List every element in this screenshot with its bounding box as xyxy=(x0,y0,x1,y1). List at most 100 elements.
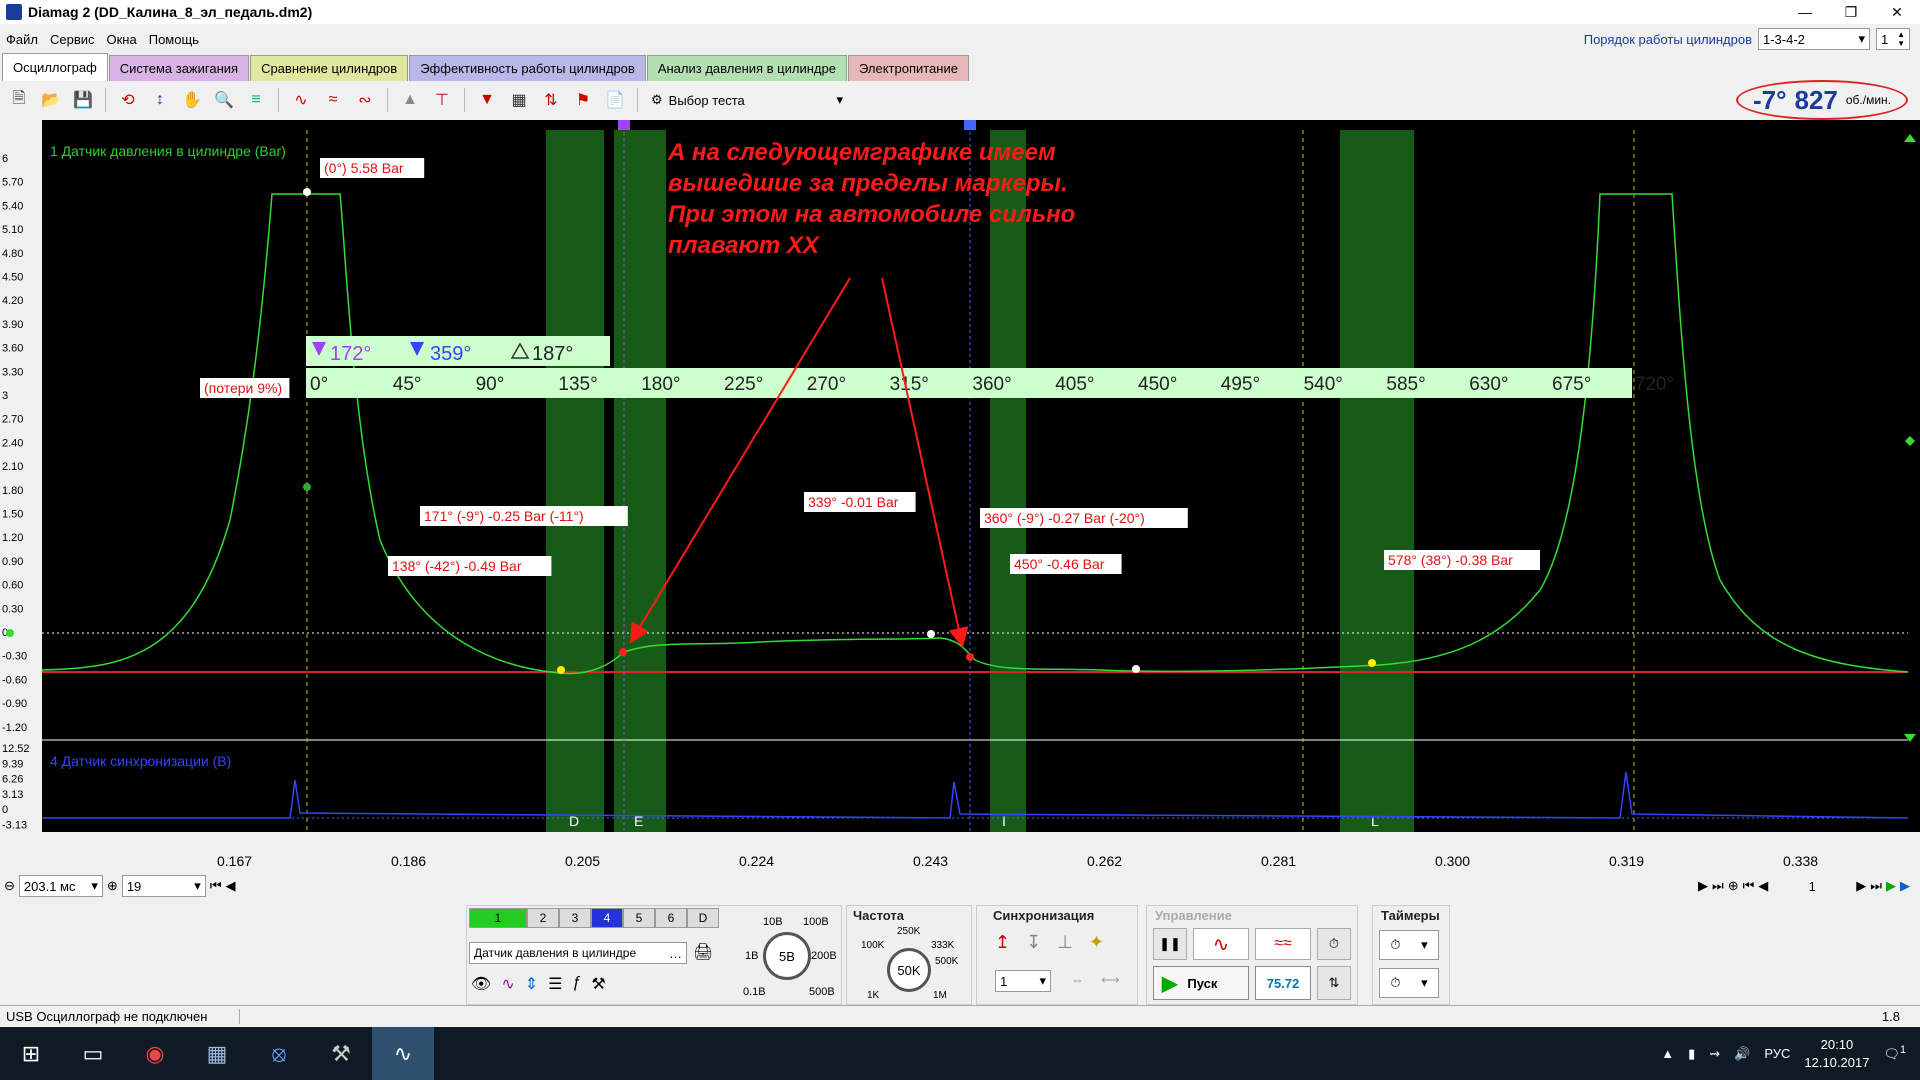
grid-icon[interactable]: ▦ xyxy=(506,87,532,113)
oscilloscope-plot[interactable]: D E I L65.705.405.104.804.504.203.903.603.3… xyxy=(0,120,1920,872)
sync-cursor-icon[interactable]: ✦ xyxy=(1089,932,1104,953)
notifications-icon[interactable]: 🗨1 xyxy=(1883,1044,1906,1062)
channel-button-5[interactable]: 5 xyxy=(623,908,655,928)
wave-multi-icon[interactable]: ≈ xyxy=(320,87,346,113)
menu-windows[interactable]: Окна xyxy=(101,32,143,47)
kompas-icon[interactable]: ⦻ xyxy=(248,1027,310,1080)
voltage-dial[interactable]: 10В 100В 1В 200В 0.1В 500В 5В xyxy=(741,916,837,1000)
tab-2[interactable]: Сравнение цилиндров xyxy=(250,55,409,81)
first-page-icon[interactable]: ⏮ xyxy=(1743,878,1755,894)
tab-3[interactable]: Эффективность работы цилиндров xyxy=(409,55,646,81)
menu-service[interactable]: Сервис xyxy=(44,32,101,47)
level-icon[interactable]: ⊥ xyxy=(1057,932,1073,953)
task-view-icon[interactable]: ▭ xyxy=(62,1027,124,1080)
wave-cross-icon[interactable]: ∿ xyxy=(288,87,314,113)
restore-icon[interactable]: ❐ xyxy=(1828,0,1874,24)
tab-5[interactable]: Электропитание xyxy=(847,55,969,81)
channel-button-3[interactable]: 3 xyxy=(559,908,591,928)
tools-app-icon[interactable]: ⚒ xyxy=(310,1027,372,1080)
auto-button[interactable]: ⏱ xyxy=(1317,928,1351,960)
clock[interactable]: 20:10 12.10.2017 xyxy=(1804,1036,1869,1072)
tools-icon[interactable]: ⚒ xyxy=(591,974,605,994)
sensor-select[interactable]: Датчик давления в цилиндре… xyxy=(469,942,687,964)
channel-button-2[interactable]: 2 xyxy=(527,908,559,928)
menu-help[interactable]: Помощь xyxy=(143,32,205,47)
start-button[interactable]: ▶ Пуск xyxy=(1153,966,1249,1000)
sync-arrows-icon[interactable]: ⟷ xyxy=(1101,972,1120,988)
degree-ruler[interactable] xyxy=(306,368,1632,398)
volume-icon[interactable]: 🔊 xyxy=(1734,1046,1750,1062)
cylinder-order-select[interactable]: 1-3-4-2 ▾ xyxy=(1758,28,1870,50)
next-icon[interactable]: ▶ xyxy=(1698,878,1708,894)
sensor-settings-icon[interactable]: 🖨 xyxy=(693,942,713,962)
marker-1-handle[interactable] xyxy=(618,120,630,130)
pause-button[interactable]: ❚❚ xyxy=(1153,928,1187,960)
function-icon[interactable]: ƒ xyxy=(572,974,581,994)
wave-peak-icon[interactable]: ∾ xyxy=(352,87,378,113)
zoom-in-icon[interactable]: ⊕ xyxy=(107,878,118,894)
close-icon[interactable]: ✕ xyxy=(1874,0,1920,24)
minimize-icon[interactable]: — xyxy=(1782,0,1828,24)
menu-file[interactable]: Файл xyxy=(0,32,44,47)
prev-page-icon[interactable]: ◀ xyxy=(1758,878,1768,894)
compress-icon[interactable]: ⇅ xyxy=(538,87,564,113)
vertical-resize-icon[interactable]: ↕ xyxy=(147,87,173,113)
volt-knob[interactable]: 5В xyxy=(763,932,811,980)
frequency-dial[interactable]: 250K 100K 333K 500K 1K 1M 50K xyxy=(857,926,963,1004)
cylinder-count-spinner[interactable]: 1 ▲ ▼ xyxy=(1876,28,1910,50)
new-file-icon[interactable]: 🗎 xyxy=(6,87,32,113)
align-icon[interactable]: ≡ xyxy=(243,87,269,113)
first-page-icon[interactable]: ⏮ xyxy=(210,878,222,894)
battery-icon[interactable]: ▮ xyxy=(1688,1046,1695,1062)
open-folder-icon[interactable]: 📂 xyxy=(38,87,64,113)
zoom-icon[interactable]: 🔍 xyxy=(211,87,237,113)
flag-icon[interactable]: ⚑ xyxy=(570,87,596,113)
play-icon[interactable]: ▶ xyxy=(1886,878,1896,894)
oscilloscope-view[interactable]: D E I L 6 5.70 5.40 5.10 4.80 4.50 4.20 3.90 3.60 3.3… xyxy=(0,120,1920,872)
filter-icon[interactable]: ▼ xyxy=(474,87,500,113)
rising-edge-icon[interactable]: ↥ xyxy=(995,932,1010,953)
rotate-icon[interactable]: ⟲ xyxy=(115,87,141,113)
test-select[interactable]: ⚙ Выбор теста ▾ xyxy=(647,89,847,111)
tray-expand-icon[interactable]: ▲ xyxy=(1661,1046,1674,1061)
timer-select-2[interactable]: ⏱ ▾ xyxy=(1379,968,1439,998)
marker-2-handle[interactable] xyxy=(964,120,976,130)
channel-button-1[interactable]: 1 xyxy=(469,908,527,928)
hand-icon[interactable]: ✋ xyxy=(179,87,205,113)
single-wave-button[interactable]: ∿ xyxy=(1193,928,1249,960)
last-icon[interactable]: ⏭ xyxy=(1712,878,1724,894)
channel-button-D[interactable]: D xyxy=(687,908,719,928)
calculator-icon[interactable]: ▦ xyxy=(186,1027,248,1080)
freq-knob[interactable]: 50K xyxy=(887,948,931,992)
channel-button-6[interactable]: 6 xyxy=(655,908,687,928)
tab-4[interactable]: Анализ давления в цилиндре xyxy=(646,55,847,81)
eye-icon[interactable]: 👁 xyxy=(471,974,491,994)
target-icon[interactable]: ⊕ xyxy=(1728,878,1739,894)
channel-button-4[interactable]: 4 xyxy=(591,908,623,928)
falling-edge-icon[interactable]: ↧ xyxy=(1026,932,1041,953)
multi-wave-button[interactable]: ≈≈ xyxy=(1255,928,1311,960)
invert-icon[interactable]: ∿ xyxy=(501,974,514,994)
chrome-icon[interactable]: ◉ xyxy=(124,1027,186,1080)
play-blue-icon[interactable]: ▶ xyxy=(1900,878,1910,894)
lines-icon[interactable]: ☰ xyxy=(548,974,562,994)
scale-icon[interactable]: ⇕ xyxy=(525,974,538,994)
windows-start-icon[interactable]: ⊞ xyxy=(0,1027,62,1080)
sync-spread-icon[interactable]: ⇔ xyxy=(1071,972,1084,987)
auto-icon[interactable]: ▲ xyxy=(397,87,423,113)
zero-level-icon[interactable]: ⊤ xyxy=(429,87,455,113)
tab-1[interactable]: Система зажигания xyxy=(108,55,250,81)
sync-channel-select[interactable]: 1 ▾ xyxy=(995,970,1051,992)
document-icon[interactable]: 📄 xyxy=(602,87,628,113)
diamag-app-icon[interactable]: ∿ xyxy=(372,1027,434,1080)
last-page-icon[interactable]: ⏭ xyxy=(1870,878,1882,894)
network-icon[interactable]: ⇝ xyxy=(1709,1046,1720,1062)
next-page-icon[interactable]: ▶ xyxy=(1856,878,1866,894)
prev-page-icon[interactable]: ◀ xyxy=(226,878,236,894)
ch1-offset-marker[interactable] xyxy=(6,629,14,637)
zoom-out-icon[interactable]: ⊖ xyxy=(4,878,15,894)
auto-sync-button[interactable]: ⇅ xyxy=(1317,966,1351,1000)
plot-area[interactable] xyxy=(42,130,1908,832)
save-icon[interactable]: 💾 xyxy=(70,87,96,113)
timer-select-1[interactable]: ⏱ ▾ xyxy=(1379,930,1439,960)
